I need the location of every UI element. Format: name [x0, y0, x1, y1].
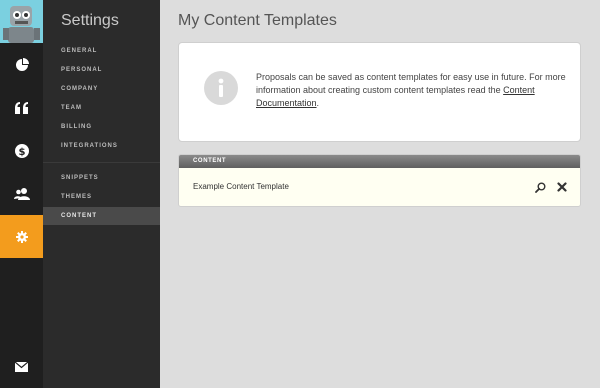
- svg-text:$: $: [18, 147, 25, 158]
- subnav-item-personal[interactable]: PERSONAL: [43, 61, 160, 79]
- search-icon[interactable]: [534, 181, 546, 193]
- row-actions: [534, 181, 568, 193]
- content-templates-panel: CONTENT Example Content Template: [178, 154, 581, 207]
- close-icon[interactable]: [556, 181, 568, 193]
- main-content: My Content Templates Proposals can be sa…: [160, 0, 600, 388]
- subnav-item-content[interactable]: CONTENT: [43, 207, 160, 225]
- subnav-item-themes[interactable]: THEMES: [43, 188, 160, 206]
- rail-item-messages[interactable]: [0, 345, 43, 388]
- template-name: Example Content Template: [193, 182, 289, 191]
- dollar-icon: $: [14, 143, 29, 158]
- subnav-item-company[interactable]: COMPANY: [43, 80, 160, 98]
- info-suffix: .: [316, 98, 320, 108]
- pie-chart-icon: [15, 57, 29, 72]
- list-item: Example Content Template: [179, 168, 580, 206]
- panel-header: CONTENT: [179, 155, 580, 168]
- info-box: Proposals can be saved as content templa…: [178, 42, 581, 142]
- info-icon: [204, 71, 238, 105]
- icon-rail: $: [0, 0, 43, 388]
- quote-icon: [14, 101, 29, 114]
- subnav-item-snippets[interactable]: SNIPPETS: [43, 169, 160, 187]
- rail-item-payments[interactable]: $: [0, 129, 43, 172]
- subnav-item-billing[interactable]: BILLING: [43, 118, 160, 136]
- rail-item-settings[interactable]: [0, 215, 43, 258]
- subnav-item-general[interactable]: GENERAL: [43, 42, 160, 60]
- subnav-item-integrations[interactable]: INTEGRATIONS: [43, 137, 160, 155]
- rail-item-proposals[interactable]: [0, 86, 43, 129]
- subnav-item-team[interactable]: TEAM: [43, 99, 160, 117]
- info-text: Proposals can be saved as content templa…: [256, 71, 566, 110]
- users-icon: [13, 187, 30, 200]
- avatar[interactable]: [0, 0, 43, 43]
- rail-item-reports[interactable]: [0, 43, 43, 86]
- settings-subnav: Settings GENERAL PERSONAL COMPANY TEAM B…: [43, 0, 160, 388]
- page-title: My Content Templates: [178, 12, 337, 29]
- rail-item-clients[interactable]: [0, 172, 43, 215]
- gear-icon: [15, 230, 28, 243]
- envelope-icon: [15, 361, 28, 372]
- subnav-divider: [43, 162, 160, 163]
- subnav-title: Settings: [61, 12, 119, 29]
